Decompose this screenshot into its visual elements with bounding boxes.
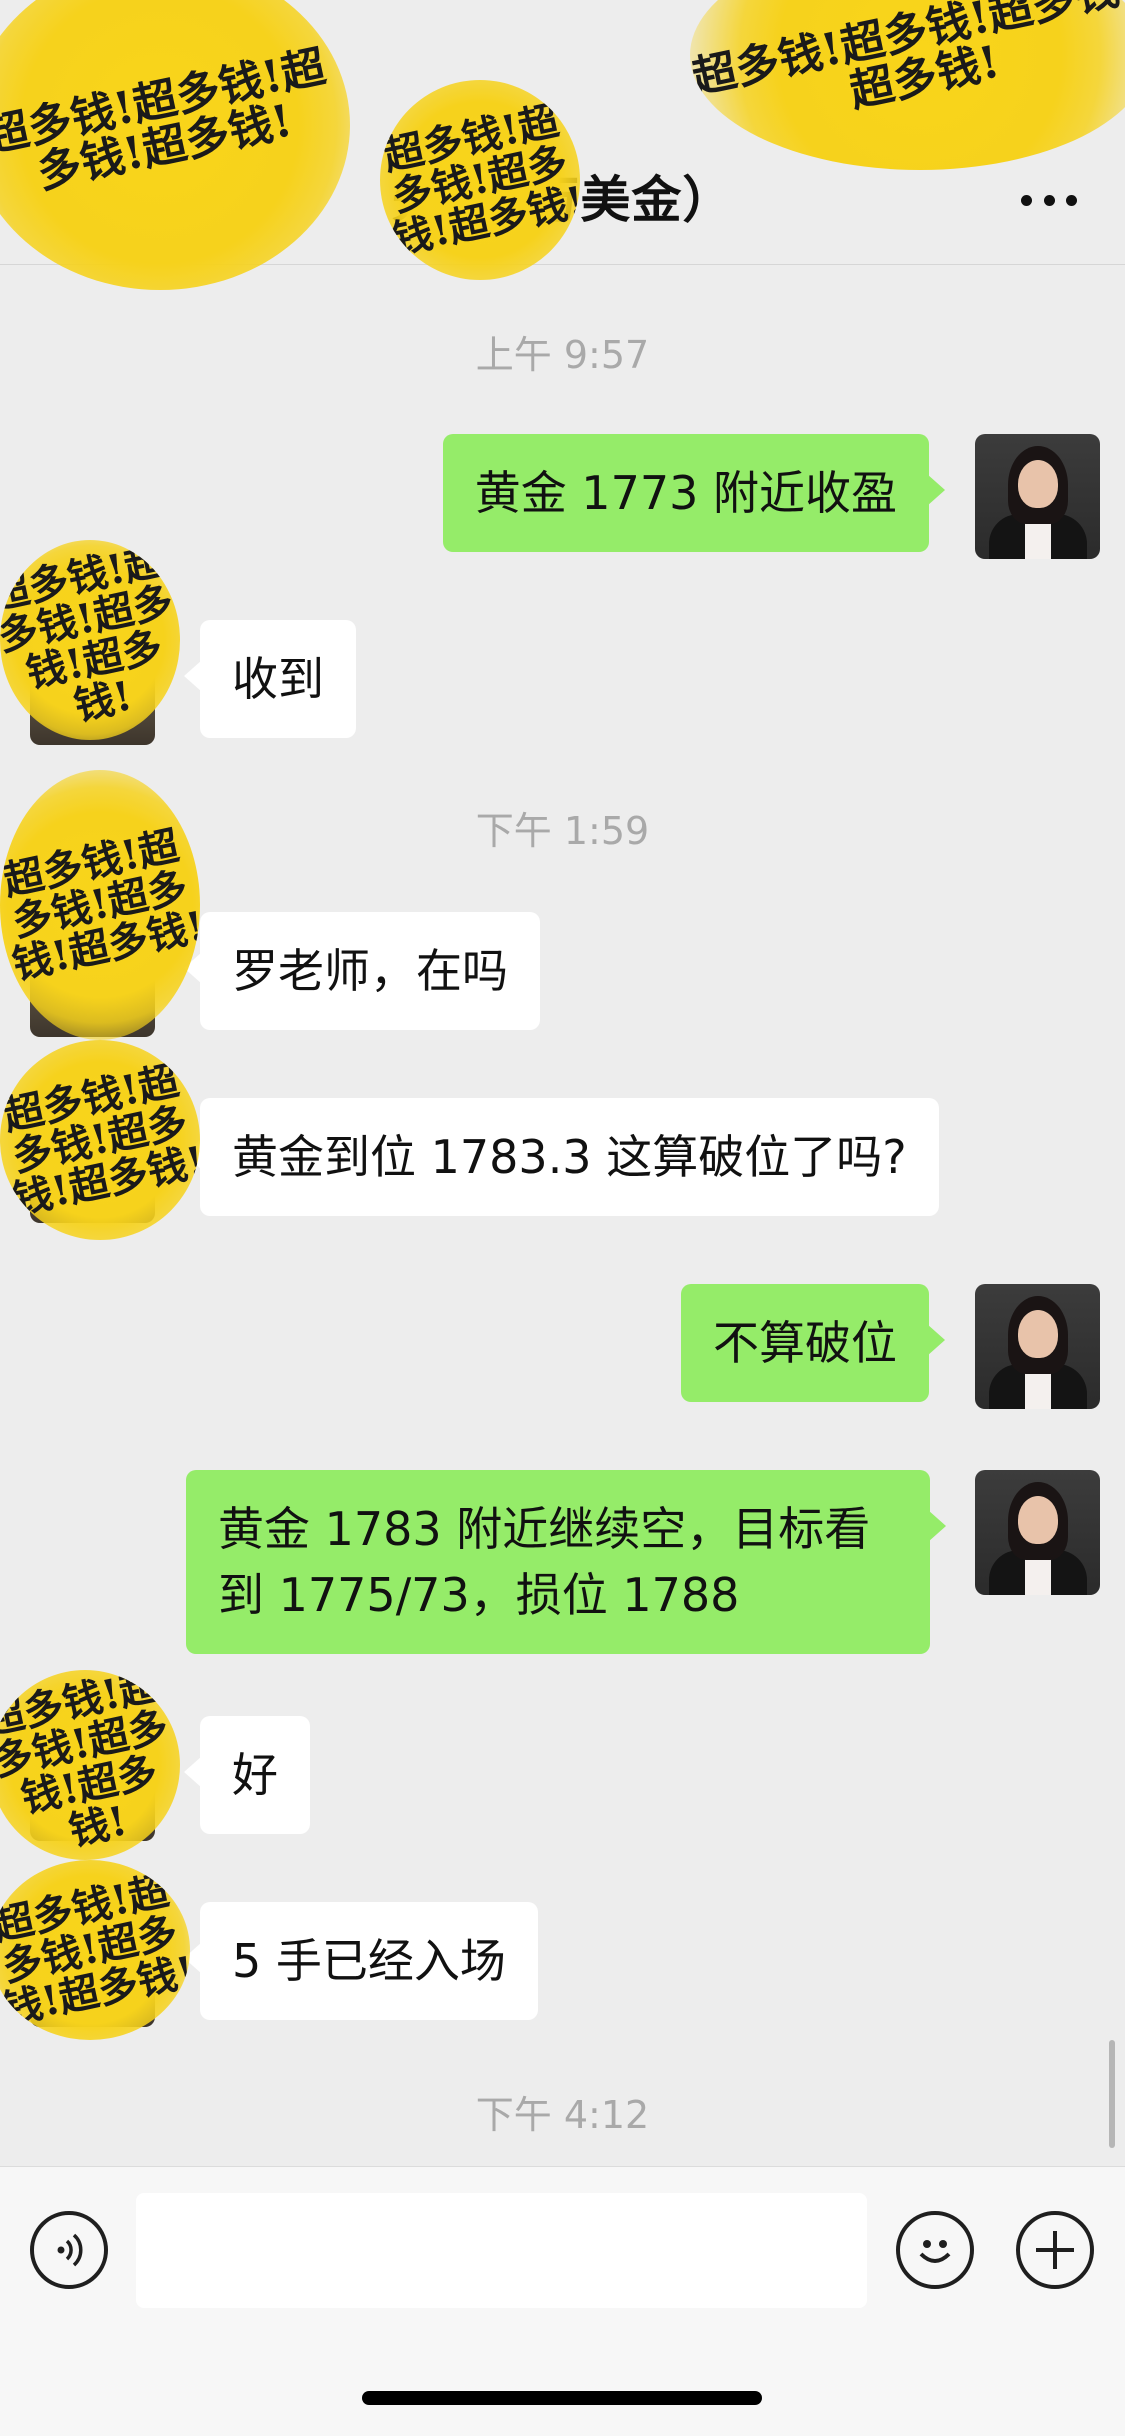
scrollbar[interactable] — [1109, 2040, 1115, 2148]
more-horizontal-icon[interactable] — [1009, 170, 1089, 230]
my-avatar[interactable] — [975, 434, 1100, 559]
redaction-sticker: 超多钱!超多钱!超多钱!超多钱! — [0, 1040, 200, 1240]
redaction-sticker: 超多钱!超多钱!超多钱!超多钱! — [0, 1670, 180, 1860]
message-bubble-incoming[interactable]: 罗老师，在吗 — [184, 912, 540, 1030]
message-bubble-outgoing[interactable]: 黄金 1773 附近收盈 — [442, 434, 946, 552]
message-bubble-incoming[interactable]: 收到 — [184, 620, 356, 738]
my-avatar[interactable] — [975, 1470, 1100, 1595]
voice-icon[interactable] — [30, 2211, 108, 2289]
timestamp: 上午 9:57 — [475, 333, 650, 377]
timestamp: 下午 4:12 — [475, 2093, 650, 2137]
message-bubble-incoming[interactable]: 黄金到位 1783.3 这算破位了吗? — [184, 1098, 939, 1216]
message-input[interactable] — [136, 2193, 867, 2308]
message-bubble-outgoing[interactable]: 不算破位 — [681, 1284, 945, 1402]
redaction-sticker: 超多钱!超多钱!超多钱!超多钱! — [380, 80, 580, 280]
my-avatar[interactable] — [975, 1284, 1100, 1409]
redaction-sticker: 超多钱!超多钱!超多钱!超多钱! — [0, 540, 180, 740]
redaction-sticker: 超多钱!超多钱!超多钱!超多钱! — [0, 770, 200, 1040]
message-bubble-outgoing[interactable]: 黄金 1783 附近继续空，目标看到 1775/73，损位 1788 — [186, 1470, 946, 1654]
plus-icon[interactable] — [1016, 2211, 1094, 2289]
message-bubble-incoming[interactable]: 好 — [184, 1716, 310, 1834]
input-bar — [0, 2166, 1125, 2436]
emoji-icon[interactable] — [896, 2211, 974, 2289]
home-indicator — [362, 2391, 762, 2405]
message-bubble-incoming[interactable]: 5 手已经入场 — [184, 1902, 538, 2020]
